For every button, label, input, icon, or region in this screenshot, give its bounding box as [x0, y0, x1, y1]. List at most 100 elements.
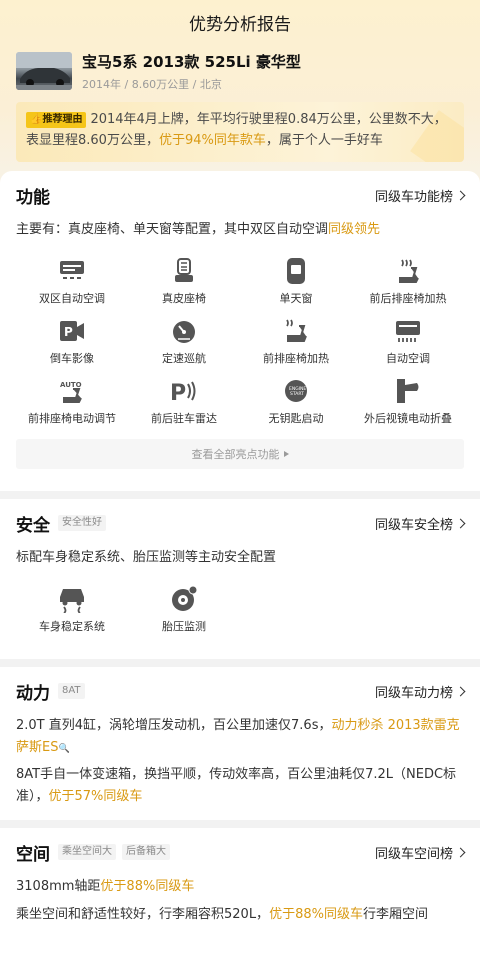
function-desc-text: 主要有：真皮座椅、单天窗等配置，其中双区自动空调 [16, 222, 329, 237]
power-gearbox-text: 8AT手自一体变速箱，换挡平顺，传动效率高，百公里油耗仅7.2L（NEDC标准）… [16, 764, 464, 808]
feature-item[interactable]: P 前后驻车雷达 [128, 377, 240, 437]
power-gearbox-highlight: 优于57%同级车 [48, 789, 143, 804]
space-ranking-link[interactable]: 同级车空间榜 [374, 843, 466, 862]
seat-heating-icon [394, 257, 422, 285]
svg-text:START: START [290, 391, 304, 397]
function-desc: 主要有：真皮座椅、单天窗等配置，其中双区自动空调同级领先 [16, 219, 464, 241]
parking-radar-icon: P [170, 377, 198, 405]
power-card: 动力 8AT 同级车动力榜 2.0T 直列4缸，涡轮增压发动机，百公里加速仅7.… [0, 667, 480, 820]
tire-pressure-icon [170, 585, 198, 613]
power-engine-desc: 2.0T 直列4缸，涡轮增压发动机，百公里加速仅7.6s， [16, 718, 332, 733]
recommend-badge-label: 推荐理由 [42, 114, 83, 125]
car-summary: 宝马5系 2013款 525Li 豪华型 2014年 / 8.60万公里 / 北… [0, 44, 480, 94]
mirror-fold-icon [394, 377, 422, 405]
feature-label: 无钥匙启动 [268, 412, 324, 425]
recommend-text-end: ，属于个人一手好车 [265, 133, 383, 148]
space-wheelbase-highlight: 优于88%同级车 [100, 879, 195, 894]
feature-item[interactable]: ENGINE START 无钥匙启动 [240, 377, 352, 437]
sunroof-icon [282, 257, 310, 285]
feature-grid: 双区自动空调 真皮座椅 单天窗 前后排座椅加热 P 倒车影像 定速巡航 前排座椅… [16, 257, 464, 437]
space-tag-seating: 乘坐空间大 [58, 844, 116, 860]
keyless-start-icon: ENGINE START [282, 377, 310, 405]
space-tag-trunk: 后备箱大 [122, 844, 170, 860]
nav-bar: 优势分析报告 [0, 0, 480, 44]
car-meta: 2014年 / 8.60万公里 / 北京 [82, 78, 222, 91]
function-card: 功能 同级车功能榜 主要有：真皮座椅、单天窗等配置，其中双区自动空调同级领先 双… [0, 171, 480, 491]
feature-label: 单天窗 [279, 292, 313, 305]
feature-label: 定速巡航 [162, 352, 206, 365]
space-wheelbase-desc: 3108mm轴距 [16, 879, 101, 894]
space-trunk-end: 行李厢空间 [362, 907, 428, 922]
space-wheelbase-text: 3108mm轴距优于88%同级车 [16, 876, 464, 898]
reverse-camera-icon: P [58, 317, 86, 345]
cruise-control-icon [170, 317, 198, 345]
chevron-right-icon [455, 686, 466, 696]
recommend-badge: 👍推荐理由 [26, 112, 87, 128]
feature-item[interactable]: 单天窗 [240, 257, 352, 317]
power-tag: 8AT [58, 683, 85, 699]
power-title: 动力 [16, 683, 50, 704]
feature-label: 前后排座椅加热 [369, 292, 447, 305]
space-ranking-label: 同级车空间榜 [374, 846, 453, 862]
thumb-up-icon: 👍 [30, 114, 43, 125]
power-ranking-link[interactable]: 同级车动力榜 [374, 682, 466, 701]
search-icon: 🔍 [58, 744, 70, 754]
feature-item[interactable]: 胎压监测 [128, 585, 240, 657]
space-trunk-highlight: 优于88%同级车 [269, 907, 363, 922]
safety-ranking-link[interactable]: 同级车安全榜 [374, 514, 466, 533]
stability-control-icon [58, 585, 86, 613]
safety-desc: 标配车身稳定系统、胎压监测等主动安全配置 [16, 550, 277, 565]
chevron-right-icon [455, 847, 466, 857]
function-ranking-label: 同级车功能榜 [374, 189, 453, 205]
feature-label: 车身稳定系统 [39, 620, 105, 633]
page-title: 优势分析报告 [189, 14, 291, 35]
dual-zone-ac-icon [58, 257, 86, 285]
feature-item[interactable]: P 倒车影像 [16, 317, 128, 377]
feature-item[interactable]: 外后视镜电动折叠 [352, 377, 464, 437]
safety-ranking-label: 同级车安全榜 [374, 517, 453, 533]
feature-label: 外后视镜电动折叠 [364, 412, 452, 425]
svg-text:AUTO: AUTO [60, 381, 82, 389]
safety-card: 安全 安全性好 同级车安全榜 标配车身稳定系统、胎压监测等主动安全配置 车身稳定… [0, 499, 480, 659]
feature-label: 自动空调 [386, 352, 430, 365]
feature-item[interactable]: AUTO 前排座椅电动调节 [16, 377, 128, 437]
feature-item[interactable]: 前后排座椅加热 [352, 257, 464, 317]
feature-label: 双区自动空调 [39, 292, 105, 305]
feature-label: 胎压监测 [162, 620, 206, 633]
space-title: 空间 [16, 844, 50, 865]
feature-item[interactable]: 车身稳定系统 [16, 585, 128, 657]
function-title: 功能 [16, 187, 50, 208]
recommend-highlight: 优于94%同年款车 [158, 133, 266, 148]
feature-item[interactable]: 真皮座椅 [128, 257, 240, 317]
power-seat-icon: AUTO [58, 377, 86, 405]
space-trunk-text: 乘坐空间和舒适性较好，行李厢容积520L，优于88%同级车行李厢空间 [16, 904, 464, 926]
feature-label: 前排座椅电动调节 [28, 412, 116, 425]
feature-label: 前排座椅加热 [263, 352, 329, 365]
feature-label: 倒车影像 [50, 352, 94, 365]
leather-seat-icon [170, 257, 198, 285]
view-all-label: 查看全部亮点功能 [191, 448, 280, 461]
feature-item[interactable]: 前排座椅加热 [240, 317, 352, 377]
recommend-box: 👍推荐理由 2014年4月上牌，年平均行驶里程0.84万公里，公里数不大，表显里程… [16, 102, 464, 162]
space-trunk-desc: 乘坐空间和舒适性较好，行李厢容积520L， [16, 907, 270, 922]
car-thumbnail [16, 52, 72, 90]
power-engine-text: 2.0T 直列4缸，涡轮增压发动机，百公里加速仅7.6s，动力秒杀 2013款雷… [16, 715, 464, 760]
feature-label: 真皮座椅 [162, 292, 206, 305]
feature-item[interactable]: 自动空调 [352, 317, 464, 377]
view-all-features-button[interactable]: 查看全部亮点功能 [16, 439, 464, 469]
chevron-right-icon [455, 190, 466, 200]
safety-feature-grid: 车身稳定系统 胎压监测 [16, 585, 464, 657]
triangle-right-icon [283, 451, 289, 457]
safety-tag: 安全性好 [58, 515, 106, 531]
safety-title: 安全 [16, 515, 50, 536]
feature-item[interactable]: 定速巡航 [128, 317, 240, 377]
feature-item[interactable]: 双区自动空调 [16, 257, 128, 317]
svg-text:P: P [170, 381, 186, 404]
auto-ac-icon [394, 317, 422, 345]
power-ranking-label: 同级车动力榜 [374, 685, 453, 701]
function-ranking-link[interactable]: 同级车功能榜 [374, 186, 466, 205]
space-card: 空间 乘坐空间大 后备箱大 同级车空间榜 3108mm轴距优于88%同级车 乘坐… [0, 828, 480, 959]
function-desc-highlight: 同级领先 [328, 222, 381, 237]
chevron-right-icon [455, 518, 466, 528]
car-name: 宝马5系 2013款 525Li 豪华型 [82, 53, 301, 71]
